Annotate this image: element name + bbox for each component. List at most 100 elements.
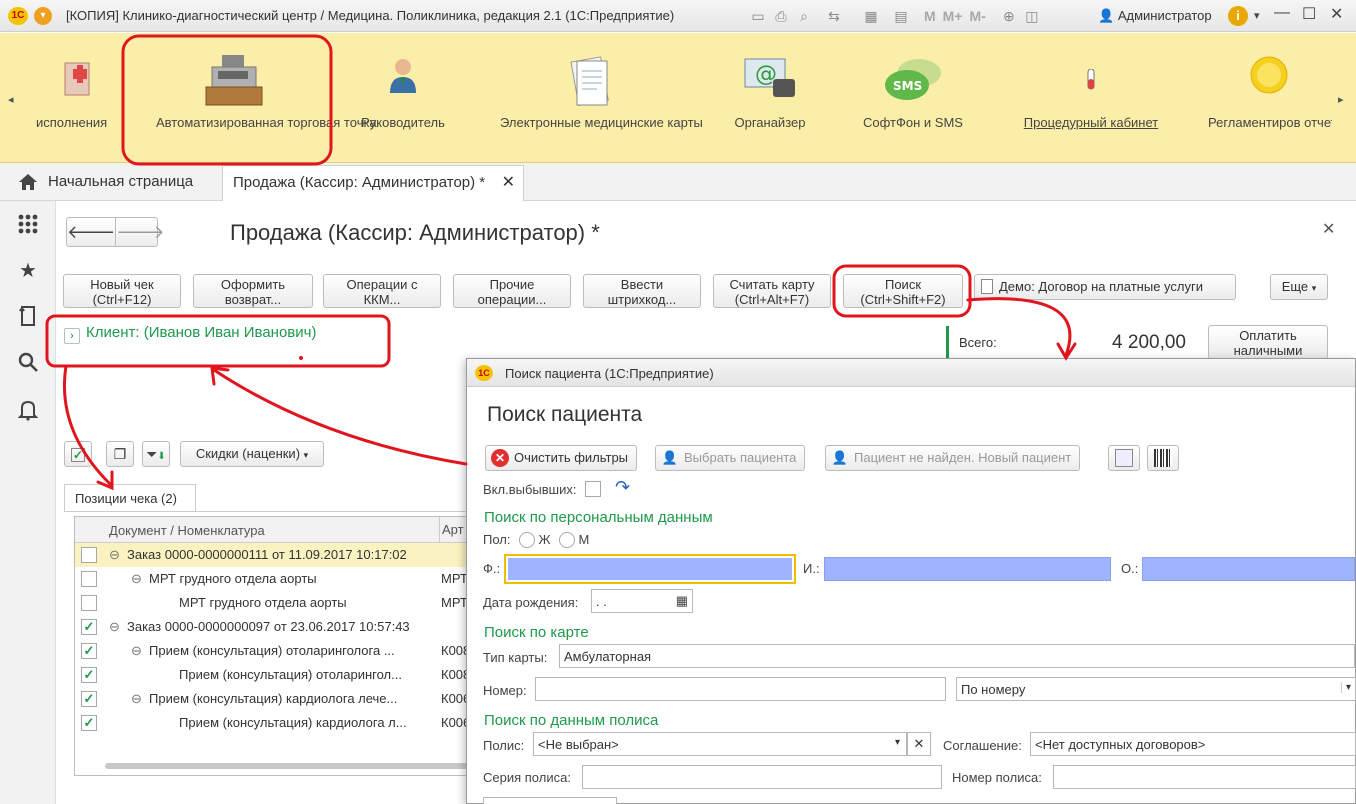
row-checkbox-checked[interactable]: ✓ xyxy=(81,667,97,683)
section-reports[interactable]: Регламентиров отчетность xyxy=(1206,33,1332,161)
new-check-button[interactable]: Новый чек (Ctrl+F12) xyxy=(63,274,181,308)
pay-cash-button[interactable]: Оплатить наличными xyxy=(1208,325,1328,359)
row-checkbox-checked[interactable]: ✓ xyxy=(81,619,97,635)
section-procedure-room[interactable]: Процедурный кабинет xyxy=(1000,33,1182,161)
scroll-left-icon[interactable]: ◂ xyxy=(8,93,14,106)
table-row[interactable]: ✓ Прием (консультация) отоларингол... К008 xyxy=(75,663,493,687)
panels-icon[interactable]: ◫ xyxy=(1022,6,1042,26)
barcode-button[interactable] xyxy=(1147,445,1179,471)
calculator-icon[interactable]: ▦ xyxy=(854,6,888,26)
filter-button[interactable]: ⏷⬇ xyxy=(142,441,170,467)
link-icon[interactable]: ⇆ xyxy=(817,6,851,26)
main-menu-button[interactable]: ▾ xyxy=(34,7,52,25)
other-operations-button[interactable]: Прочие операции... xyxy=(453,274,571,308)
table-row[interactable]: МРТ грудного отдела аорты МРТ xyxy=(75,591,493,615)
row-checkbox[interactable] xyxy=(81,571,97,587)
section-organizer[interactable]: @ Органайзер xyxy=(718,33,822,161)
refresh-arrow-icon[interactable]: ↷ xyxy=(615,477,630,498)
scroll-right-icon[interactable]: ▸ xyxy=(1338,93,1344,106)
policy-select[interactable]: <Не выбран> ▾ xyxy=(533,732,907,756)
zoom-icon[interactable]: ⊕ xyxy=(999,6,1019,26)
table-row[interactable]: ⊖ МРТ грудного отдела аорты МРТ xyxy=(75,567,493,591)
notifications-icon[interactable] xyxy=(16,399,40,423)
card-number-input[interactable] xyxy=(535,677,946,701)
last-name-input[interactable] xyxy=(504,554,796,584)
sex-male-radio[interactable] xyxy=(558,532,575,548)
chevron-down-icon[interactable]: ▾ xyxy=(895,737,900,748)
row-checkbox-checked[interactable]: ✓ xyxy=(81,715,97,731)
section-softphone-sms[interactable]: SMS СофтФон и SMS xyxy=(846,33,980,161)
tab-home[interactable]: Начальная страница xyxy=(48,173,193,190)
save-icon[interactable]: ▭ xyxy=(748,6,768,26)
select-patient-button[interactable]: 👤 Выбрать пациента xyxy=(655,445,806,471)
client-link[interactable]: › Клиент: (Иванов Иван Иванович) xyxy=(64,324,316,344)
check-all-button[interactable]: ✓ xyxy=(64,441,92,467)
sex-female-radio[interactable] xyxy=(518,532,535,548)
discounts-button[interactable]: Скидки (наценки) ▾ xyxy=(180,441,324,467)
calendar-icon[interactable]: ▤ xyxy=(891,6,911,26)
section-manager[interactable]: Руководитель xyxy=(346,33,460,161)
back-arrow-icon[interactable]: 🡐 xyxy=(67,218,115,246)
section-executions[interactable]: исполнения xyxy=(24,33,134,161)
preview-icon[interactable]: ⌕ xyxy=(794,6,814,26)
history-icon[interactable] xyxy=(16,305,40,329)
more-button[interactable]: Еще ▾ xyxy=(1270,274,1328,300)
policy-number-input[interactable] xyxy=(1053,765,1356,789)
include-retired-checkbox[interactable] xyxy=(585,481,601,497)
calendar-icon[interactable]: ▦ xyxy=(676,593,688,609)
collapse-icon[interactable]: ⊖ xyxy=(109,547,120,563)
favorites-icon[interactable]: ★ xyxy=(16,259,40,283)
card-type-select[interactable]: Амбулаторная xyxy=(559,644,1355,668)
number-mode-select[interactable]: По номеру ▾ xyxy=(956,677,1356,701)
row-checkbox[interactable] xyxy=(81,595,97,611)
table-row[interactable]: ✓ Прием (консультация) кардиолога л... К00… xyxy=(75,711,493,735)
read-card-button[interactable]: Считать карту (Ctrl+Alt+F7) xyxy=(713,274,831,308)
find-in-list-button[interactable] xyxy=(1108,445,1140,471)
maximize-icon[interactable]: ☐ xyxy=(1302,4,1316,24)
return-button[interactable]: Оформить возврат... xyxy=(193,274,313,308)
row-checkbox-checked[interactable]: ✓ xyxy=(81,691,97,707)
contract-button[interactable]: Демо: Договор на платные услуги xyxy=(974,274,1236,300)
memory-minus-button[interactable]: M- xyxy=(968,6,988,26)
expand-icon[interactable]: › xyxy=(64,328,80,344)
collapse-icon[interactable]: ⊖ xyxy=(131,691,142,707)
table-row[interactable]: ✓ ⊖ Прием (консультация) отоларинголога ..… xyxy=(75,639,493,663)
clear-policy-button[interactable]: ✕ xyxy=(907,732,931,756)
memory-plus-button[interactable]: M+ xyxy=(941,6,965,26)
close-icon[interactable]: ✕ xyxy=(1330,4,1343,24)
kkm-operations-button[interactable]: Операции с ККМ... xyxy=(323,274,441,308)
chevron-down-icon[interactable]: ▾ xyxy=(1341,682,1351,693)
middle-name-input[interactable] xyxy=(1142,557,1355,581)
row-checkbox-checked[interactable]: ✓ xyxy=(81,643,97,659)
collapse-icon[interactable]: ⊖ xyxy=(109,619,120,635)
print-icon[interactable]: ⎙ xyxy=(771,6,791,26)
birth-date-input[interactable]: . . ▦ xyxy=(591,589,693,613)
tab-sale[interactable]: Продажа (Кассир: Администратор) * ✕ xyxy=(222,165,524,202)
dropdown-icon[interactable]: ▾ xyxy=(1254,9,1260,22)
minimize-icon[interactable]: — xyxy=(1274,4,1290,22)
policy-series-input[interactable] xyxy=(582,765,942,789)
all-functions-icon[interactable] xyxy=(16,213,40,237)
forward-arrow-icon[interactable]: 🡒 xyxy=(115,218,165,246)
column-header-art[interactable]: Арт xyxy=(439,517,464,543)
home-icon[interactable] xyxy=(18,173,38,194)
agreement-select[interactable]: <Нет доступных договоров> xyxy=(1030,732,1356,756)
close-form-icon[interactable]: ✕ xyxy=(1322,219,1335,239)
table-row[interactable]: ⊖ Заказ 0000-0000000111 от 11.09.2017 10:… xyxy=(75,543,493,567)
table-row[interactable]: ✓ ⊖ Заказ 0000-0000000097 от 23.06.2017 10… xyxy=(75,615,493,639)
collapse-icon[interactable]: ⊖ xyxy=(131,643,142,659)
collapse-icon[interactable]: ⊖ xyxy=(131,571,142,587)
search-patient-button[interactable]: Поиск (Ctrl+Shift+F2) xyxy=(843,274,963,308)
enter-barcode-button[interactable]: Ввести штрихкод... xyxy=(583,274,701,308)
clear-filters-button[interactable]: ✕ Очистить фильтры xyxy=(485,445,638,471)
new-patient-button[interactable]: 👤 Пациент не найден. Новый пациент xyxy=(825,445,1081,471)
current-user[interactable]: 👤 Администратор xyxy=(1098,8,1212,24)
horizontal-scrollbar[interactable] xyxy=(105,763,475,769)
table-row[interactable]: ✓ ⊖ Прием (консультация) кардиолога лече..… xyxy=(75,687,493,711)
tab-check-positions[interactable]: Позиции чека (2) xyxy=(64,484,196,512)
copy-button[interactable]: ❐ xyxy=(106,441,134,467)
section-cash-register[interactable]: Автоматизированная торговая точка xyxy=(136,33,377,161)
column-header-document[interactable]: Документ / Номенклатура xyxy=(109,523,265,538)
search-icon[interactable] xyxy=(16,351,40,375)
memory-button[interactable]: M xyxy=(922,6,938,26)
